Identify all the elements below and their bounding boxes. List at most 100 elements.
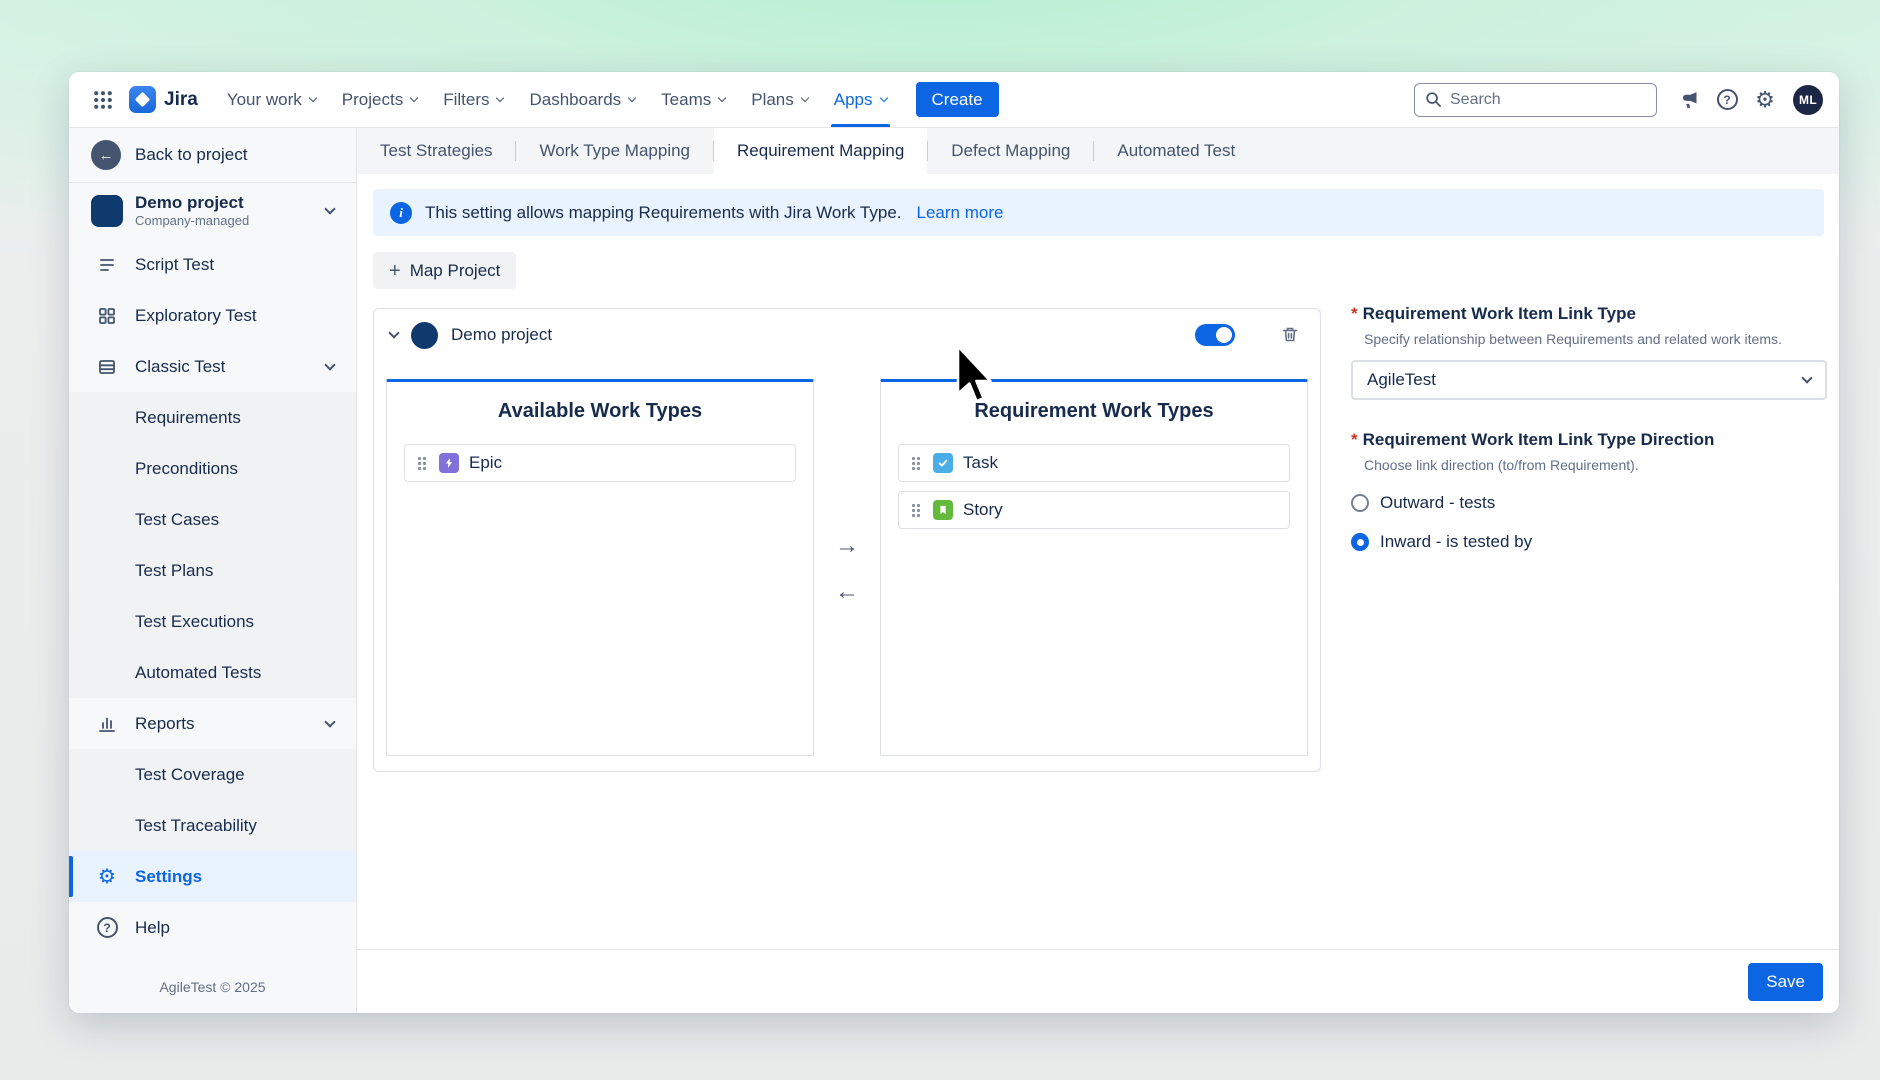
create-button[interactable]: Create xyxy=(916,82,999,117)
sidebar-item-reports[interactable]: Reports xyxy=(69,698,356,749)
classic-test-subitems: Requirements Preconditions Test Cases Te… xyxy=(69,392,356,698)
collapse-chevron-icon[interactable] xyxy=(388,327,399,338)
move-right-button[interactable] xyxy=(832,531,862,561)
plus-icon xyxy=(389,261,401,281)
drag-handle-icon[interactable] xyxy=(911,456,920,470)
search-input[interactable] xyxy=(1450,91,1646,109)
back-to-project[interactable]: Back to project xyxy=(69,128,356,182)
main-area: Test Strategies Work Type Mapping Requir… xyxy=(357,128,1839,1013)
link-type-help: Specify relationship between Requirement… xyxy=(1364,331,1827,347)
sidebar-item-settings[interactable]: Settings xyxy=(69,851,356,902)
learn-more-link[interactable]: Learn more xyxy=(917,203,1004,223)
chevron-down-icon xyxy=(309,94,317,102)
drag-handle-icon[interactable] xyxy=(911,503,920,517)
settings-footer: Save xyxy=(357,949,1839,1013)
requirement-work-types-card: Requirement Work Types Task Story xyxy=(880,379,1308,756)
info-banner: This setting allows mapping Requirements… xyxy=(373,189,1824,236)
script-test-icon xyxy=(95,255,119,275)
sidebar-item-script-test[interactable]: Script Test xyxy=(69,239,356,290)
story-icon xyxy=(933,500,953,520)
work-type-story[interactable]: Story xyxy=(898,491,1290,529)
chevron-down-icon xyxy=(324,716,335,727)
radio-selected-icon xyxy=(1351,533,1369,551)
card-title: Requirement Work Types xyxy=(881,400,1307,423)
settings-gear-icon[interactable] xyxy=(1747,82,1783,118)
chevron-down-icon xyxy=(718,94,726,102)
settings-tabs: Test Strategies Work Type Mapping Requir… xyxy=(357,128,1839,174)
save-button[interactable]: Save xyxy=(1748,963,1823,1001)
nav-item-teams[interactable]: Teams xyxy=(648,72,738,127)
drag-handle-icon[interactable] xyxy=(417,456,426,470)
select-value: AgileTest xyxy=(1367,370,1436,390)
nav-label: Apps xyxy=(834,90,873,110)
sidebar-item-help[interactable]: Help xyxy=(69,902,356,953)
nav-label: Dashboards xyxy=(529,90,621,110)
project-name: Demo project xyxy=(135,193,314,213)
sidebar-item-test-plans[interactable]: Test Plans xyxy=(69,545,356,596)
map-project-button[interactable]: Map Project xyxy=(373,252,516,289)
nav-item-filters[interactable]: Filters xyxy=(430,72,516,127)
tab-automated-test[interactable]: Automated Test xyxy=(1094,128,1258,174)
tab-content: This setting allows mapping Requirements… xyxy=(357,174,1839,949)
top-navigation: Jira Your work Projects Filters Dashboar… xyxy=(69,72,1839,128)
jira-logo[interactable]: Jira xyxy=(129,86,198,113)
sidebar-item-preconditions[interactable]: Preconditions xyxy=(69,443,356,494)
delete-mapping-icon[interactable] xyxy=(1276,321,1304,349)
link-type-select[interactable]: AgileTest xyxy=(1351,360,1827,400)
announcements-icon[interactable] xyxy=(1671,82,1707,118)
settings-gear-icon xyxy=(95,867,119,887)
tab-test-strategies[interactable]: Test Strategies xyxy=(357,128,515,174)
exploratory-test-icon xyxy=(95,306,119,326)
search-box[interactable] xyxy=(1414,83,1657,117)
task-icon xyxy=(933,453,953,473)
panel-project-name: Demo project xyxy=(451,325,552,345)
link-type-settings: * Requirement Work Item Link Type Specif… xyxy=(1351,304,1827,557)
card-title: Available Work Types xyxy=(387,400,813,423)
sidebar-item-test-executions[interactable]: Test Executions xyxy=(69,596,356,647)
radio-outward-tests[interactable]: Outward - tests xyxy=(1351,488,1827,518)
nav-label: Filters xyxy=(443,90,489,110)
nav-label: Plans xyxy=(751,90,794,110)
back-label: Back to project xyxy=(135,145,247,165)
available-work-types-card: Available Work Types Epic xyxy=(386,379,814,756)
nav-item-projects[interactable]: Projects xyxy=(329,72,430,127)
chevron-down-icon xyxy=(496,94,504,102)
primary-nav: Your work Projects Filters Dashboards Te… xyxy=(214,72,900,127)
project-avatar xyxy=(91,195,123,227)
project-mapping-panel: Demo project Available Work Types xyxy=(373,308,1321,772)
help-icon[interactable] xyxy=(1709,82,1745,118)
chevron-down-icon xyxy=(324,203,335,214)
tab-requirement-mapping[interactable]: Requirement Mapping xyxy=(714,128,927,174)
work-type-task[interactable]: Task xyxy=(898,444,1290,482)
chevron-down-icon xyxy=(324,359,335,370)
nav-item-plans[interactable]: Plans xyxy=(738,72,821,127)
nav-item-dashboards[interactable]: Dashboards xyxy=(516,72,648,127)
move-left-button[interactable] xyxy=(832,577,862,607)
info-icon xyxy=(390,202,412,224)
nav-item-your-work[interactable]: Your work xyxy=(214,72,329,127)
sidebar-item-test-cases[interactable]: Test Cases xyxy=(69,494,356,545)
sidebar-item-test-traceability[interactable]: Test Traceability xyxy=(69,800,356,851)
work-type-epic[interactable]: Epic xyxy=(404,444,796,482)
project-switcher[interactable]: Demo project Company-managed xyxy=(69,183,356,239)
enable-mapping-toggle[interactable] xyxy=(1195,324,1235,346)
nav-label: Projects xyxy=(342,90,403,110)
radio-inward-is-tested-by[interactable]: Inward - is tested by xyxy=(1351,527,1827,557)
sidebar-item-test-coverage[interactable]: Test Coverage xyxy=(69,749,356,800)
sidebar-item-automated-tests[interactable]: Automated Tests xyxy=(69,647,356,698)
sidebar-item-requirements[interactable]: Requirements xyxy=(69,392,356,443)
user-avatar[interactable]: ML xyxy=(1793,85,1823,115)
question-mark-icon xyxy=(1717,89,1738,110)
tab-defect-mapping[interactable]: Defect Mapping xyxy=(928,128,1093,174)
nav-label: Teams xyxy=(661,90,711,110)
search-icon xyxy=(1425,91,1442,108)
link-type-label: * Requirement Work Item Link Type xyxy=(1351,304,1827,324)
epic-icon xyxy=(439,453,459,473)
nav-item-apps[interactable]: Apps xyxy=(821,72,900,127)
app-switcher-icon[interactable] xyxy=(85,82,121,118)
sidebar-item-classic-test[interactable]: Classic Test xyxy=(69,341,356,392)
chevron-down-icon xyxy=(879,94,887,102)
tab-work-type-mapping[interactable]: Work Type Mapping xyxy=(516,128,713,174)
sidebar-item-exploratory-test[interactable]: Exploratory Test xyxy=(69,290,356,341)
project-type: Company-managed xyxy=(135,214,314,229)
